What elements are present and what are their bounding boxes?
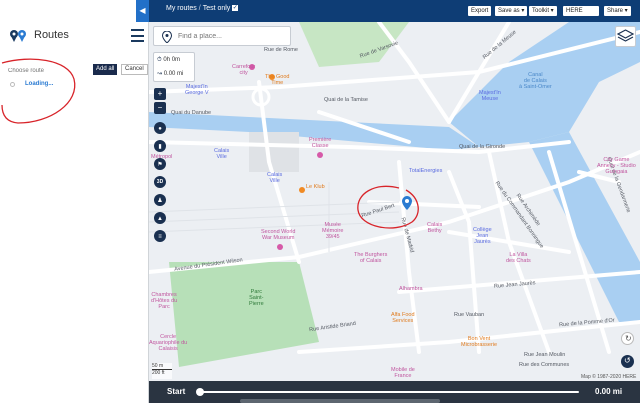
cancel-button[interactable]: Cancel bbox=[121, 64, 148, 75]
poi-label: The Burghers of Calais bbox=[354, 252, 388, 264]
layers-icon bbox=[616, 29, 635, 42]
poi-label: Collège Jean Jaurès bbox=[473, 227, 492, 245]
3d-toggle-button[interactable]: 3D bbox=[154, 176, 166, 188]
poi-label: The Good Time bbox=[265, 74, 290, 86]
recenter-button[interactable]: ↻ bbox=[621, 332, 634, 345]
street-label: Rue de Rome bbox=[264, 47, 298, 53]
lock-icon: ▮ bbox=[158, 144, 162, 150]
save-as-button[interactable]: Save as ▾ bbox=[495, 6, 528, 16]
street-label: Rue Vauban bbox=[454, 312, 485, 318]
distance-icon: ↝ bbox=[157, 71, 163, 77]
flag-icon: ⚑ bbox=[157, 162, 163, 168]
poi-label: Le Klub bbox=[306, 184, 325, 190]
poi-label: Majest'In Meuse bbox=[479, 90, 501, 102]
progress-slider-thumb[interactable] bbox=[196, 388, 204, 396]
chevron-left-icon: ◀ bbox=[139, 6, 146, 15]
window-scroll-indicator bbox=[240, 399, 440, 403]
sliders-icon: ≡ bbox=[158, 234, 162, 240]
street-label: Quai du Danube bbox=[171, 110, 212, 116]
poi-label: Calais Ville bbox=[267, 172, 283, 184]
place-pin-icon bbox=[162, 31, 172, 43]
person-icon: ♟ bbox=[157, 198, 163, 204]
street-label: Rue Jean Moulin bbox=[524, 352, 566, 358]
poi-marker-icon[interactable] bbox=[317, 152, 323, 158]
routes-logo-icon bbox=[10, 30, 26, 42]
street-label: Quai de la Tamise bbox=[324, 97, 368, 103]
poi-label: Première Classe bbox=[309, 137, 332, 149]
poi-label: Calais Bethy bbox=[427, 222, 443, 234]
app-window: Routes Add all Cancel Loading... ◀ My ro… bbox=[0, 0, 640, 403]
route-time: 0h 0m bbox=[163, 57, 181, 63]
poi-label: Musée Mémoire 39/45 bbox=[322, 222, 344, 240]
toolkit-button[interactable]: Toolkit ▾ bbox=[529, 6, 557, 16]
poi-marker-icon[interactable] bbox=[277, 244, 283, 250]
map-provider-select[interactable]: HERE bbox=[563, 6, 599, 16]
map-scale: 50 m 200 ft bbox=[152, 363, 172, 379]
locate-button[interactable]: ↺ bbox=[621, 355, 634, 368]
add-all-button[interactable]: Add all bbox=[93, 64, 118, 75]
marker-tool-button[interactable]: ● bbox=[154, 122, 166, 134]
start-label: Start bbox=[167, 387, 186, 396]
poi-label: Bon Vent Microbrasserie bbox=[461, 336, 498, 348]
share-button[interactable]: Share ▾ bbox=[604, 6, 631, 16]
breadcrumb-my-routes[interactable]: My routes bbox=[166, 5, 197, 12]
zoom-in-button[interactable]: + bbox=[154, 88, 166, 100]
export-button[interactable]: Export bbox=[468, 6, 492, 16]
layer-tool-button[interactable]: ⚑ bbox=[154, 158, 166, 170]
poi-label: Mobile de France bbox=[391, 367, 415, 379]
poi-label: Chambres d'Hôtes du Parc bbox=[151, 292, 178, 310]
undo-icon: ↺ bbox=[624, 356, 631, 365]
layers-button[interactable] bbox=[615, 26, 636, 47]
chart-icon: ▲ bbox=[157, 216, 163, 222]
annotation-circle-left bbox=[1, 58, 76, 124]
route-info-card: ⏱ 0h 0m ↝ 0.00 mi bbox=[153, 52, 195, 82]
street-view-button[interactable]: ♟ bbox=[154, 194, 166, 206]
checkbox-icon[interactable]: ✓ bbox=[232, 5, 239, 12]
breadcrumb: My routes / Test only ✓ bbox=[166, 5, 239, 12]
breadcrumb-current: Test only bbox=[202, 5, 231, 12]
scale-metric: 50 m bbox=[152, 363, 172, 370]
map-view[interactable]: Rue de Rome Rue de Varsovie Rue de la Me… bbox=[149, 22, 640, 381]
clock-icon: ⏱ bbox=[157, 57, 162, 63]
annotation-circle-map bbox=[357, 185, 419, 229]
scale-imperial: 200 ft bbox=[152, 370, 165, 376]
poi-marker-icon[interactable] bbox=[299, 187, 305, 193]
street-label: Quai de la Gironde bbox=[459, 144, 506, 150]
lock-tool-button[interactable]: ▮ bbox=[154, 140, 166, 152]
poi-label: Second World War Museum bbox=[261, 229, 296, 241]
end-distance-label: 0.00 mi bbox=[595, 387, 623, 396]
poi-label: Alhambra bbox=[399, 286, 423, 292]
poi-label: Parc Saint- Pierre bbox=[249, 289, 264, 307]
poi-label: Alfa Food Services bbox=[391, 312, 415, 324]
street-label: Rue des Communes bbox=[519, 362, 570, 368]
elevation-button[interactable]: ▲ bbox=[154, 212, 166, 224]
poi-label: City Game Annecy - Studio Guingaia bbox=[597, 157, 636, 175]
poi-label: Cercle Aquariophile du Calaisis bbox=[149, 334, 188, 352]
poi-label: TotalEnergies bbox=[409, 168, 443, 174]
route-distance: 0.00 mi bbox=[163, 71, 184, 77]
marker-icon: ● bbox=[158, 126, 162, 132]
search-box bbox=[153, 26, 291, 46]
breadcrumb-separator: / bbox=[198, 5, 201, 12]
routes-panel: Routes Add all Cancel Loading... bbox=[0, 0, 149, 403]
progress-slider-track[interactable] bbox=[199, 391, 579, 393]
poi-label: Calais Ville bbox=[214, 148, 230, 160]
poi-label: Majest'In George V bbox=[185, 84, 209, 96]
back-button[interactable]: ◀ bbox=[136, 0, 149, 22]
settings-button[interactable]: ≡ bbox=[154, 230, 166, 242]
menu-icon[interactable] bbox=[131, 29, 144, 42]
panel-title: Routes bbox=[34, 29, 69, 41]
poi-label: Carrefour city bbox=[232, 64, 256, 76]
map-copyright: Map © 1987-2020 HERE bbox=[581, 374, 637, 380]
zoom-out-button[interactable]: − bbox=[154, 102, 166, 114]
find-place-input[interactable] bbox=[178, 30, 288, 43]
poi-label: La Villa des Chats bbox=[506, 252, 531, 264]
poi-label: Canal de Calais à Saint-Omer bbox=[519, 72, 552, 90]
refresh-icon: ↻ bbox=[625, 334, 632, 343]
